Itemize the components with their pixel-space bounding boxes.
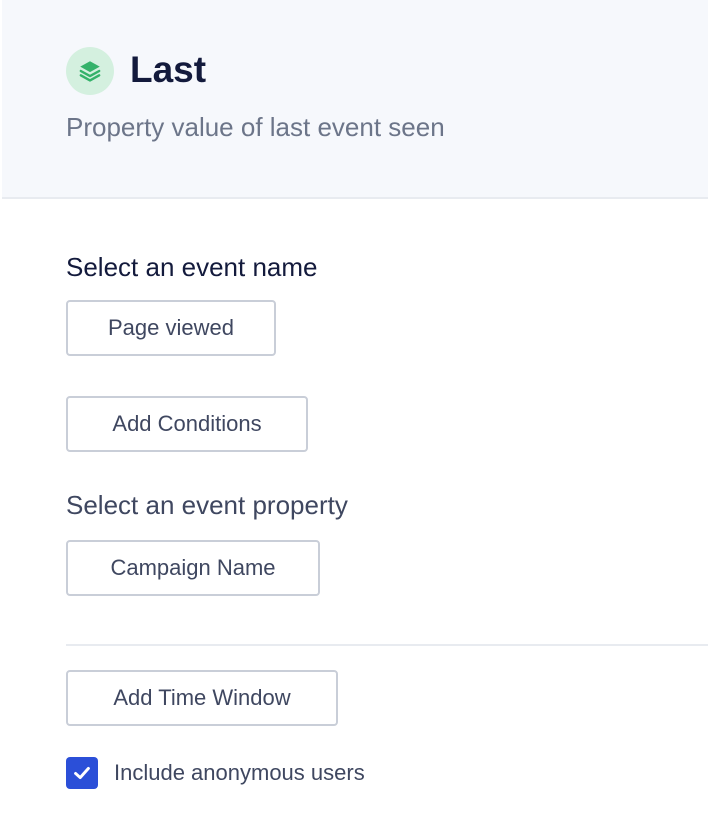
event-name-button[interactable]: Page viewed <box>66 300 276 356</box>
checkmark-icon <box>74 766 90 780</box>
page-subtitle: Property value of last event seen <box>66 112 445 142</box>
event-name-label: Select an event name <box>66 252 318 282</box>
event-property-button[interactable]: Campaign Name <box>66 540 320 596</box>
page-title: Last <box>130 49 207 90</box>
last-property-panel: Last Property value of last event seen S… <box>0 0 708 824</box>
section-divider <box>66 644 708 646</box>
add-conditions-button[interactable]: Add Conditions <box>66 396 308 452</box>
event-property-label: Select an event property <box>66 490 348 520</box>
include-anonymous-label: Include anonymous users <box>114 760 365 785</box>
include-anonymous-row[interactable]: Include anonymous users <box>66 757 365 789</box>
panel-header: Last Property value of last event seen <box>2 0 708 199</box>
include-anonymous-checkbox[interactable] <box>66 757 98 789</box>
stacked-layers-icon <box>66 47 114 95</box>
add-time-window-button[interactable]: Add Time Window <box>66 670 338 726</box>
